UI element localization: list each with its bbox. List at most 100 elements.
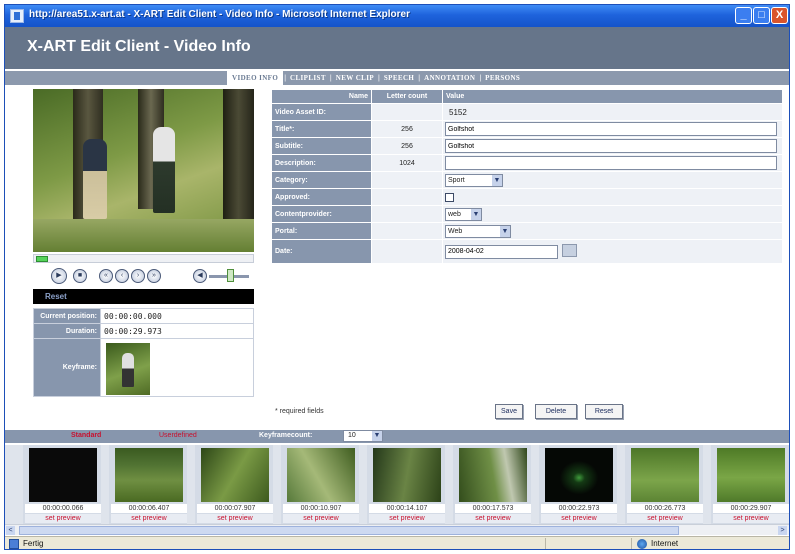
- player-reset-link[interactable]: Reset: [33, 289, 254, 304]
- set-preview-link[interactable]: set preview: [455, 514, 531, 523]
- set-preview-link[interactable]: set preview: [627, 514, 703, 523]
- approved-checkbox[interactable]: [445, 192, 454, 202]
- portal-label: Portal:: [271, 222, 372, 240]
- video-ground: [33, 219, 254, 252]
- volume-knob[interactable]: [227, 269, 235, 282]
- keyframe-item[interactable]: 00:00:10.907 set preview: [281, 445, 359, 524]
- keyframe-image[interactable]: [631, 448, 699, 502]
- keyframe-item[interactable]: 00:00:26.773 set preview: [625, 445, 703, 524]
- set-preview-link[interactable]: set preview: [369, 514, 445, 523]
- keyframe-item[interactable]: 00:00:00.066 set preview: [23, 445, 101, 524]
- col-header-value: Value: [442, 89, 783, 104]
- player-controls: ▶ ■ « ‹ › » ◀: [33, 266, 254, 288]
- play-button-icon[interactable]: ▶: [51, 268, 67, 284]
- video-progress-bar[interactable]: [33, 254, 254, 263]
- keyframe-label: Keyframe:: [33, 338, 101, 397]
- scroll-right-icon[interactable]: >: [778, 526, 787, 535]
- keyframe-toolbar: Standard Userdefined Keyframecount: 10 ▼: [5, 430, 789, 443]
- keyframe-image[interactable]: [115, 448, 183, 502]
- forward-button-icon[interactable]: ›: [131, 269, 145, 283]
- app-header: X-ART Edit Client - Video Info: [5, 27, 789, 69]
- description-cell: [442, 154, 783, 172]
- title-input[interactable]: [445, 122, 777, 136]
- set-preview-link[interactable]: set preview: [541, 514, 617, 523]
- standard-tab[interactable]: Standard: [71, 432, 101, 439]
- mute-button-icon[interactable]: ◀: [193, 269, 207, 283]
- video-info-table: Current position: 00:00:00.000 Duration:…: [33, 308, 254, 397]
- keyframe-item[interactable]: 00:00:06.407 set preview: [109, 445, 187, 524]
- tab-list: VIDEO INFO | CLIPLIST | NEW CLIP | SPEECH | ANNO…: [227, 71, 523, 85]
- keyframe-item[interactable]: 00:00:17.573 set preview: [453, 445, 531, 524]
- keyframe-image[interactable]: [29, 448, 97, 502]
- calendar-icon[interactable]: [562, 244, 577, 258]
- category-count: [371, 171, 443, 189]
- category-select[interactable]: Sport ▼: [445, 173, 503, 187]
- title-bar[interactable]: http://area51.x-art.at - X-ART Edit Clie…: [5, 5, 789, 27]
- keyframe-image[interactable]: [287, 448, 355, 502]
- contentprovider-select[interactable]: web ▼: [445, 207, 482, 221]
- progress-knob[interactable]: [36, 256, 48, 262]
- keyframe-item[interactable]: 00:00:07.907 set preview: [195, 445, 273, 524]
- keyframe-image[interactable]: [459, 448, 527, 502]
- keyframe-item[interactable]: 00:00:22.973 set preview: [539, 445, 617, 524]
- set-preview-link[interactable]: set preview: [111, 514, 187, 523]
- tab-annotation[interactable]: ANNOTATION: [421, 74, 478, 82]
- description-input[interactable]: [445, 156, 777, 170]
- contentprovider-count: [371, 205, 443, 223]
- scroll-left-icon[interactable]: <: [6, 526, 15, 535]
- userdefined-tab[interactable]: Userdefined: [159, 432, 197, 439]
- keyframe-time: 00:00:00.066: [25, 504, 101, 513]
- tab-speech[interactable]: SPEECH: [381, 74, 417, 82]
- tab-cliplist[interactable]: CLIPLIST: [287, 74, 329, 82]
- keyframe-item[interactable]: 00:00:29.907 set preview: [711, 445, 789, 524]
- page-title: X-ART Edit Client - Video Info: [27, 38, 251, 55]
- status-divider: [631, 538, 632, 549]
- set-preview-link[interactable]: set preview: [25, 514, 101, 523]
- maximize-button[interactable]: □: [753, 7, 770, 24]
- status-divider: [545, 538, 546, 549]
- security-zone: Internet: [651, 539, 679, 548]
- video-player[interactable]: [33, 89, 254, 252]
- subtitle-label: Subtitle:: [271, 137, 372, 155]
- date-cell: [442, 239, 783, 264]
- current-position-value: 00:00:00.000: [100, 308, 254, 324]
- contentprovider-label: Contentprovider:: [271, 205, 372, 223]
- chevron-down-icon: ▼: [471, 208, 481, 220]
- keyframe-time: 00:00:14.107: [369, 504, 445, 513]
- portal-select[interactable]: Web ▼: [445, 224, 511, 238]
- close-button[interactable]: X: [771, 7, 788, 24]
- keyframe-image[interactable]: [717, 448, 785, 502]
- rewind-button-icon[interactable]: «: [99, 269, 113, 283]
- approved-label: Approved:: [271, 188, 372, 206]
- keyframe-image[interactable]: [373, 448, 441, 502]
- current-position-label: Current position:: [33, 308, 101, 324]
- set-preview-link[interactable]: set preview: [713, 514, 789, 523]
- category-select-value: Sport: [448, 176, 465, 184]
- set-preview-link[interactable]: set preview: [283, 514, 359, 523]
- keyframe-time: 00:00:29.907: [713, 504, 789, 513]
- keyframe-item[interactable]: 00:00:14.107 set preview: [367, 445, 445, 524]
- keyframe-image[interactable]: [201, 448, 269, 502]
- save-button[interactable]: Save: [495, 404, 523, 419]
- duration-label: Duration:: [33, 323, 101, 339]
- horizontal-scrollbar[interactable]: < >: [5, 524, 789, 535]
- title-label: Title*:: [271, 120, 372, 138]
- date-input[interactable]: [445, 244, 558, 259]
- title-cell: [442, 120, 783, 138]
- tab-new-clip[interactable]: NEW CLIP: [333, 74, 377, 82]
- reset-button[interactable]: Reset: [585, 404, 623, 419]
- stop-button-icon[interactable]: ■: [73, 269, 87, 283]
- col-header-count: Letter count: [371, 89, 443, 104]
- delete-button[interactable]: Delete: [535, 404, 577, 419]
- keyframe-image[interactable]: [545, 448, 613, 502]
- tab-video-info[interactable]: VIDEO INFO: [227, 71, 284, 85]
- scroll-thumb[interactable]: [19, 526, 679, 535]
- set-preview-link[interactable]: set preview: [197, 514, 273, 523]
- keyframe-count-select[interactable]: 10 ▼: [343, 430, 383, 442]
- minimize-button[interactable]: _: [735, 7, 752, 24]
- subtitle-input[interactable]: [445, 139, 777, 153]
- back-button-icon[interactable]: ‹: [115, 269, 129, 283]
- fast-forward-button-icon[interactable]: »: [147, 269, 161, 283]
- ie-icon: [10, 9, 24, 23]
- tab-persons[interactable]: PERSONS: [482, 74, 523, 82]
